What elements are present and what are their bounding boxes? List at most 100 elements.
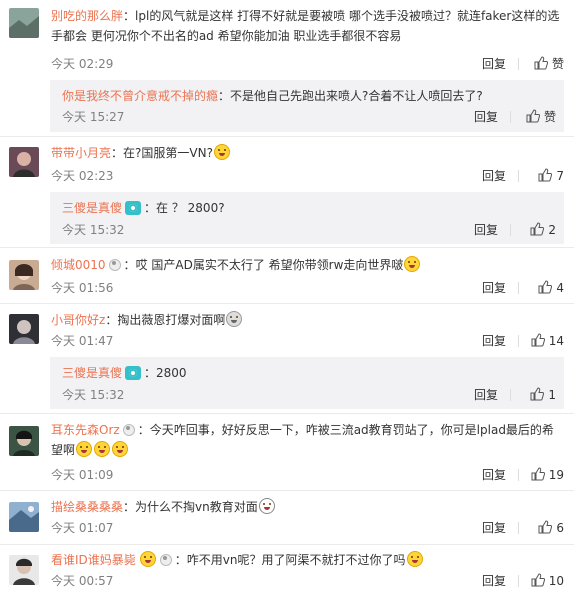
- comment-item: 小哥你好z：掏出薇恩打爆对面啊 今天 01:47 回复 14 三傻是真傻 ：280…: [0, 304, 574, 412]
- like-button[interactable]: 赞: [516, 108, 556, 126]
- like-button[interactable]: 6: [524, 519, 564, 537]
- divider: [510, 389, 511, 401]
- comment-meta: 今天 01:09 回复 19: [51, 466, 564, 484]
- comment-text: 三傻是真傻 ：2800: [62, 366, 187, 380]
- reply-button[interactable]: 回复: [474, 386, 498, 404]
- avatar[interactable]: [9, 426, 39, 456]
- comment-meta: 今天 01:07 回复 6: [51, 519, 564, 537]
- divider: [518, 170, 519, 182]
- username[interactable]: 三傻是真傻: [62, 201, 122, 215]
- username[interactable]: 带带小月亮: [51, 146, 111, 160]
- divider: [518, 58, 519, 70]
- reply-button[interactable]: 回复: [474, 108, 498, 126]
- comment-text: 带带小月亮：在?国服第一VN?: [51, 143, 564, 163]
- comment-body: 在?国服第一VN?: [123, 146, 213, 160]
- like-button[interactable]: 10: [524, 572, 564, 590]
- comment-text: 你是我终不曾介意戒不掉的瘾：不是他自己先跑出来喷人?合着不让人喷回去了?: [62, 89, 483, 103]
- comment-item: 耳东先森Orz ：今天咋回事，好好反思一下，咋被三流ad教育罚站了，你可是lpla…: [0, 414, 574, 489]
- badge-icon: [159, 554, 172, 566]
- like-button[interactable]: 4: [524, 279, 564, 297]
- camera-badge-icon: [125, 366, 142, 380]
- comment-item: 别吃的那么胖：lpl的风气就是这样 打得不好就是要被喷 哪个选手没被喷过？就连f…: [0, 0, 574, 135]
- timestamp: 今天 01:09: [51, 468, 114, 482]
- like-button[interactable]: 14: [524, 332, 564, 350]
- comment-item: 带带小月亮：在?国服第一VN? 今天 02:23 回复 7 三傻是真傻 ：在 ？ …: [0, 137, 574, 246]
- sub-reply: 你是我终不曾介意戒不掉的瘾：不是他自己先跑出来喷人?合着不让人喷回去了? 今天 …: [50, 80, 564, 132]
- thumbs-up-icon: [531, 333, 545, 347]
- username[interactable]: 小哥你好z: [51, 313, 105, 327]
- avatar[interactable]: [9, 314, 39, 344]
- comment-body: 哎 国产AD属实不太行了 希望你带领rw走向世界啵: [135, 258, 404, 272]
- avatar[interactable]: [9, 555, 39, 585]
- emoji-icon: [404, 256, 421, 272]
- reply-button[interactable]: 回复: [482, 55, 506, 73]
- username[interactable]: 耳东先森Orz: [51, 423, 120, 437]
- like-button[interactable]: 19: [524, 466, 564, 484]
- like-button[interactable]: 1: [516, 386, 556, 404]
- emoji-icon: [213, 144, 230, 160]
- like-button[interactable]: 赞: [524, 55, 564, 73]
- sub-reply: 三傻是真傻 ：在 ？ 2800? 今天 15:32 回复 2: [50, 192, 564, 244]
- like-button[interactable]: 7: [524, 167, 564, 185]
- timestamp: 今天 15:27: [62, 110, 125, 124]
- username[interactable]: 别吃的那么胖: [51, 9, 123, 23]
- reply-button[interactable]: 回复: [474, 221, 498, 239]
- comment-meta: 今天 02:23 回复 7: [51, 167, 564, 185]
- like-count: 14: [548, 334, 564, 348]
- like-count: 1: [548, 388, 556, 402]
- reply-button[interactable]: 回复: [482, 519, 506, 537]
- avatar[interactable]: [9, 8, 39, 38]
- reply-button[interactable]: 回复: [482, 279, 506, 297]
- like-count: 10: [548, 574, 564, 588]
- divider: [518, 575, 519, 587]
- timestamp: 今天 01:47: [51, 334, 114, 348]
- avatar[interactable]: [9, 502, 39, 532]
- like-count: 赞: [543, 110, 556, 124]
- like-count: 6: [556, 521, 564, 535]
- thumbs-up-icon: [526, 109, 540, 123]
- divider: [518, 469, 519, 481]
- comment-body: 不是他自己先跑出来喷人?合着不让人喷回去了?: [230, 89, 483, 103]
- thumbs-up-icon: [530, 387, 545, 401]
- reply-button[interactable]: 回复: [482, 466, 506, 484]
- emoji-icon: [258, 498, 275, 514]
- divider: [518, 282, 519, 294]
- comment-meta: 今天 00:57 回复 10: [51, 572, 564, 590]
- emoji-icon: [112, 441, 129, 457]
- reply-button[interactable]: 回复: [482, 572, 506, 590]
- comment-text: 倾城0010 ：哎 国产AD属实不太行了 希望你带领rw走向世界啵: [51, 255, 564, 275]
- comment-meta: 今天 01:56 回复 4: [51, 279, 564, 297]
- emoji-icon: [226, 311, 243, 327]
- emoji-icon: [94, 441, 111, 457]
- emoji-icon: [76, 441, 93, 457]
- username[interactable]: 你是我终不曾介意戒不掉的瘾: [62, 89, 218, 103]
- comment-item: 描绘桑桑桑桑：为什么不掏vn教育对面 今天 01:07 回复 6: [0, 491, 574, 543]
- emoji-icon: [406, 551, 423, 567]
- badge-icon: [108, 259, 121, 271]
- comment-text: 耳东先森Orz ：今天咋回事，好好反思一下，咋被三流ad教育罚站了，你可是lpla…: [51, 423, 554, 457]
- comment-meta: 今天 02:29 回复 赞: [51, 55, 564, 73]
- comment-item: 倾城0010 ：哎 国产AD属实不太行了 希望你带领rw走向世界啵 今天 01:5…: [0, 248, 574, 302]
- username[interactable]: 描绘桑桑桑桑: [51, 500, 123, 514]
- reply-button[interactable]: 回复: [482, 332, 506, 350]
- comment-text: 别吃的那么胖：lpl的风气就是这样 打得不好就是要被喷 哪个选手没被喷过？就连f…: [51, 9, 560, 43]
- comment-body: 2800: [156, 366, 187, 380]
- comment-body: 掏出薇恩打爆对面啊: [117, 313, 226, 327]
- username[interactable]: 倾城0010: [51, 258, 106, 272]
- timestamp: 今天 15:32: [62, 223, 125, 237]
- avatar[interactable]: [9, 147, 39, 177]
- avatar[interactable]: [9, 260, 39, 290]
- reply-button[interactable]: 回复: [482, 167, 506, 185]
- like-count: 赞: [551, 57, 564, 71]
- thumbs-up-icon: [538, 168, 553, 182]
- username[interactable]: 三傻是真傻: [62, 366, 122, 380]
- username[interactable]: 看谁ID谁妈暴毙: [51, 553, 136, 567]
- like-count: 7: [556, 169, 564, 183]
- emoji-icon: [139, 551, 156, 567]
- timestamp: 今天 01:56: [51, 281, 114, 295]
- like-button[interactable]: 2: [516, 221, 556, 239]
- comment-meta: 今天 15:27 回复 赞: [62, 108, 556, 126]
- timestamp: 今天 02:29: [51, 57, 114, 71]
- timestamp: 今天 01:07: [51, 521, 114, 535]
- comment-body: 为什么不掏vn教育对面: [135, 500, 258, 514]
